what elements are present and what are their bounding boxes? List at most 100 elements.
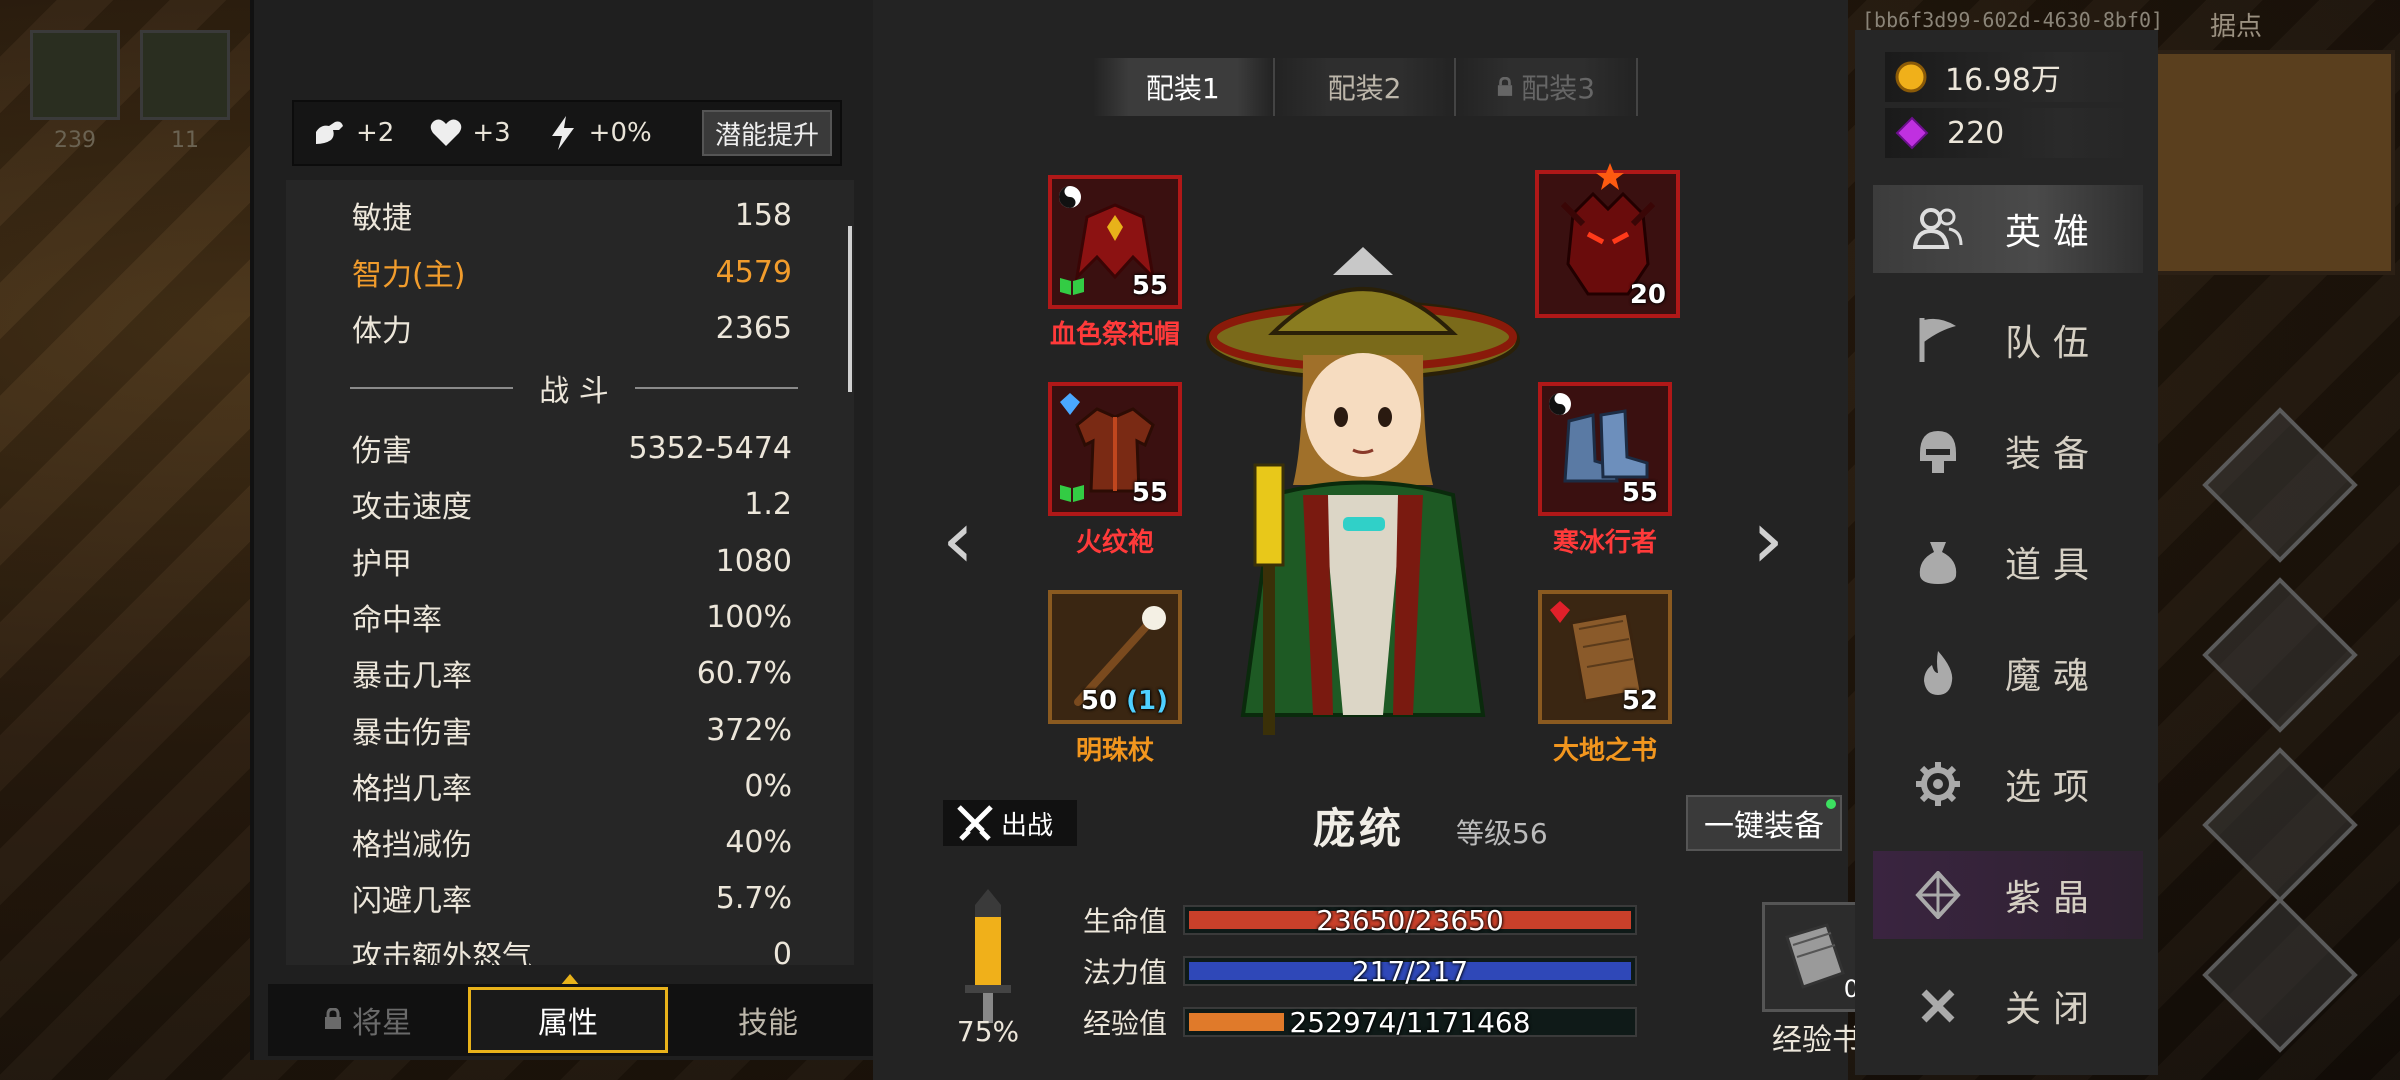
item-level: 55 [1131,271,1168,301]
equip-slot-armor[interactable]: 55 [1048,382,1182,516]
attributes-panel: +2 +3 +0% 潜能提升 敏捷 158 智力(主) 4579 体力 2365 [250,0,873,1060]
hero-level: 等级56 [1456,817,1548,850]
equip-slot-weapon[interactable]: 50 (1) [1048,590,1182,724]
menu-close[interactable]: 关闭 [1873,962,2143,1050]
gem-display: 220 [1885,108,2135,158]
stat-row: 暴击几率 60.7% [352,648,792,698]
exp-bar-row: 经验值 252974/1171468 [1083,1002,1637,1042]
menu-items[interactable]: 道具 [1873,518,2143,606]
gold-amount: 16.98万 [1945,63,2061,98]
tab-loadout-1[interactable]: 配装1 [1093,58,1275,116]
combat-section-title: 战 斗 [539,374,609,409]
menu-souls[interactable]: 魔魂 [1873,629,2143,717]
stat-label: 闪避几率 [352,884,472,919]
menu-label: 关闭 [2005,989,2102,1030]
close-icon [1911,979,1965,1033]
exp-bar: 252974/1171468 [1183,1005,1637,1039]
hero-vitals: 75% 生命值 23650/23650 法力值 217/217 经验值 2529… [943,875,1872,1065]
hero-portrait[interactable] [1203,245,1523,745]
tab-label: 配装2 [1327,72,1402,105]
star-icon [1596,163,1624,190]
stat-label: 暴击伤害 [352,716,472,751]
world-item-slot[interactable]: 239 [30,30,120,153]
auto-equip-button[interactable]: 一键装备 [1686,795,1842,851]
equip-slot-book[interactable]: 52 [1538,590,1672,724]
stat-label: 暴击几率 [352,659,472,694]
stat-value: 0% [744,768,792,804]
strength-arm-icon [312,115,348,151]
menu-amethyst[interactable]: 紫晶 [1873,851,2143,939]
buff-speed: +0% [545,115,652,151]
lock-icon [324,1003,342,1038]
buff-value: +2 [356,118,395,148]
stat-row: 敏捷 158 [352,190,792,240]
stat-value: 0 [772,936,792,966]
item-name: 大地之书 [1552,736,1657,766]
stat-label: 智力(主) [352,258,466,293]
next-hero-arrow[interactable]: › [1743,500,1793,580]
menu-team[interactable]: 队伍 [1873,296,2143,384]
equip-slot-boots[interactable]: 55 [1538,382,1672,516]
tab-loadout-3[interactable]: 配装3 [1456,58,1639,116]
tab-attributes[interactable]: 属性 [468,987,668,1053]
bar-label: 法力值 [1083,956,1168,989]
stats-list[interactable]: 敏捷 158 智力(主) 4579 体力 2365 战 斗 伤害 5352-54… [286,180,854,965]
item-level: 50 (1) [1081,686,1168,716]
stat-value: 40% [725,824,792,860]
stat-row: 命中率 100% [352,592,792,642]
stat-label: 格挡减伤 [352,828,472,863]
crystal-icon [1911,868,1965,922]
book-tag-icon [1060,485,1084,502]
stat-row: 护甲 1080 [352,536,792,586]
tab-generals[interactable]: 将星 [268,987,468,1053]
menu-label: 紫晶 [2005,878,2102,919]
equip-slot-mount[interactable]: 20 [1535,163,1680,318]
crossed-swords-icon [957,805,993,841]
stat-row: 攻击速度 1.2 [352,479,792,529]
main-menu: 16.98万 220 英雄 队伍 装备 道具 魔魂 选项 紫晶 关闭 [1855,30,2158,1075]
equip-slot-helmet[interactable]: 55 [1048,175,1182,309]
tab-skills[interactable]: 技能 [668,987,868,1053]
bar-value: 217/217 [1351,954,1469,988]
yin-yang-icon [1549,393,1571,415]
tab-label: 技能 [738,1006,798,1041]
stat-row: 格挡减伤 40% [352,817,792,867]
gold-coin-icon [1895,61,1927,93]
loadout-tabs: 配装1 配装2 配装3 [1093,58,1639,116]
buff-value: +0% [588,118,652,148]
world-item-count: 11 [171,128,199,153]
stat-value: 5352-5474 [628,430,792,466]
potential-upgrade-button[interactable]: 潜能提升 [702,110,832,156]
item-level: 55 [1621,478,1658,508]
buff-strength: +2 [312,115,394,151]
item-level: 55 [1131,478,1168,508]
book-tag-icon [1060,278,1084,295]
flame-icon [1911,646,1965,700]
stats-scrollbar[interactable] [848,226,852,392]
gear-icon [1911,757,1965,811]
menu-options[interactable]: 选项 [1873,740,2143,828]
auto-equip-label: 一键装备 [1704,809,1824,844]
tab-loadout-2[interactable]: 配装2 [1274,58,1457,116]
hp-bar-row: 生命值 23650/23650 [1083,900,1637,940]
stat-value: 372% [706,712,792,748]
menu-heroes[interactable]: 英雄 [1873,185,2143,273]
world-item-slot[interactable]: 11 [140,30,230,153]
stat-row: 暴击伤害 372% [352,705,792,755]
item-level: 20 [1629,280,1666,310]
stat-value: 5.7% [715,880,792,916]
stronghold-title: 据点 [2210,12,2263,42]
stat-row: 体力 2365 [352,303,792,353]
stat-label: 体力 [352,314,412,349]
stat-label: 敏捷 [352,201,412,236]
previous-hero-arrow[interactable]: ‹ [933,500,983,580]
minimap[interactable] [2150,50,2395,275]
bar-value: 252974/1171468 [1289,1005,1531,1039]
stat-label: 命中率 [352,603,442,638]
gem-amount: 220 [1947,115,2005,151]
menu-equipment[interactable]: 装备 [1873,407,2143,495]
item-level-value: 50 [1080,686,1118,716]
stat-value: 2365 [715,310,792,346]
bar-value: 23650/23650 [1316,903,1504,937]
hero-name: 庞统 [1313,804,1406,853]
